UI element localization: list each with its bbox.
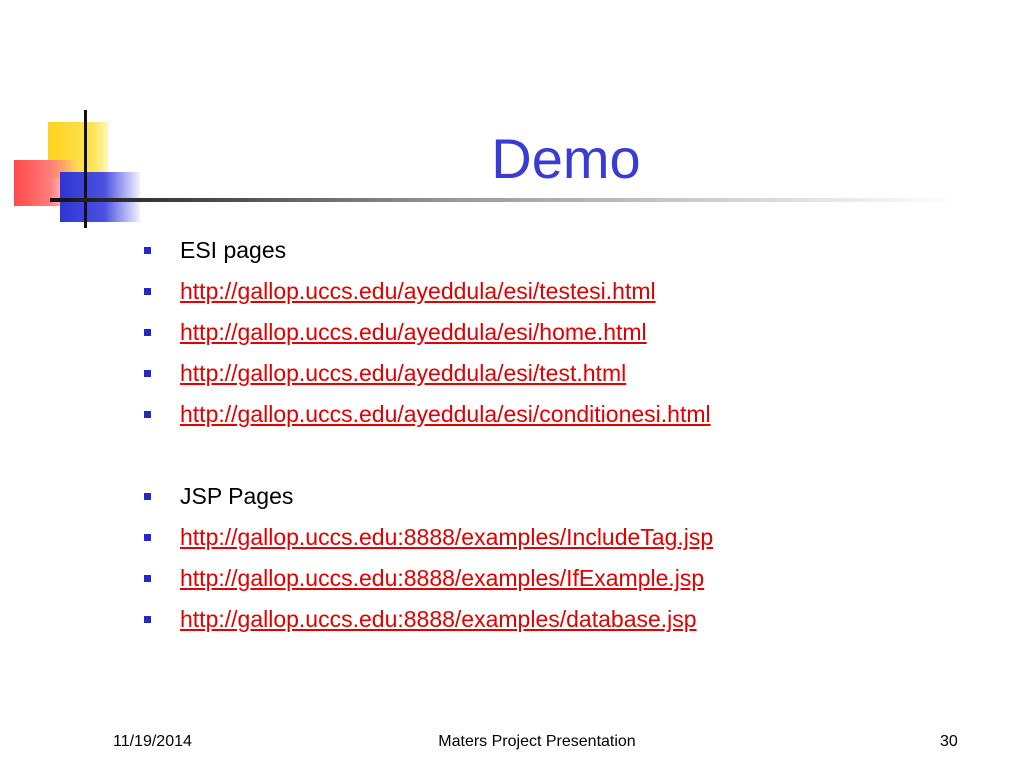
list-item: JSP Pages — [142, 478, 1002, 519]
list-item: http://gallop.uccs.edu:8888/examples/IfE… — [142, 560, 1002, 601]
slide: Demo ESI pages http://gallop.uccs.edu/ay… — [0, 0, 1024, 768]
list-item: http://gallop.uccs.edu:8888/examples/Inc… — [142, 519, 1002, 560]
link-includetag[interactable]: http://gallop.uccs.edu:8888/examples/Inc… — [180, 524, 713, 550]
bullet-square-icon — [144, 575, 151, 582]
link-home[interactable]: http://gallop.uccs.edu/ayeddula/esi/home… — [180, 319, 647, 345]
footer-presentation-title: Maters Project Presentation — [438, 733, 636, 750]
bullet-square-icon — [144, 616, 151, 623]
slide-title: Demo — [491, 127, 641, 190]
bullet-list: ESI pages http://gallop.uccs.edu/ayeddul… — [142, 232, 1002, 642]
title-underline — [50, 198, 960, 202]
list-item: ESI pages — [142, 232, 1002, 273]
footer-page-number: 30 — [940, 733, 958, 750]
bullet-square-icon — [144, 534, 151, 541]
bullet-square-icon — [144, 411, 151, 418]
bullet-square-icon — [144, 493, 151, 500]
link-ifexample[interactable]: http://gallop.uccs.edu:8888/examples/IfE… — [180, 565, 704, 591]
link-testesi[interactable]: http://gallop.uccs.edu/ayeddula/esi/test… — [180, 278, 656, 304]
link-test[interactable]: http://gallop.uccs.edu/ayeddula/esi/test… — [180, 360, 626, 386]
link-conditionesi[interactable]: http://gallop.uccs.edu/ayeddula/esi/cond… — [180, 401, 711, 427]
section-label-esi: ESI pages — [180, 237, 287, 263]
bullet-square-icon — [144, 329, 151, 336]
bullet-square-icon — [144, 288, 151, 295]
list-item: http://gallop.uccs.edu:8888/examples/dat… — [142, 601, 1002, 642]
link-database[interactable]: http://gallop.uccs.edu:8888/examples/dat… — [180, 606, 697, 632]
list-item: http://gallop.uccs.edu/ayeddula/esi/home… — [142, 314, 1002, 355]
bullet-square-icon — [144, 370, 151, 377]
list-item: http://gallop.uccs.edu/ayeddula/esi/test… — [142, 355, 1002, 396]
bullet-square-icon — [144, 247, 151, 254]
list-item: http://gallop.uccs.edu/ayeddula/esi/test… — [142, 273, 1002, 314]
decorative-blue-square — [60, 172, 140, 222]
list-item: http://gallop.uccs.edu/ayeddula/esi/cond… — [142, 396, 1002, 437]
section-label-jsp: JSP Pages — [180, 483, 294, 509]
decorative-vertical-line — [84, 110, 87, 228]
